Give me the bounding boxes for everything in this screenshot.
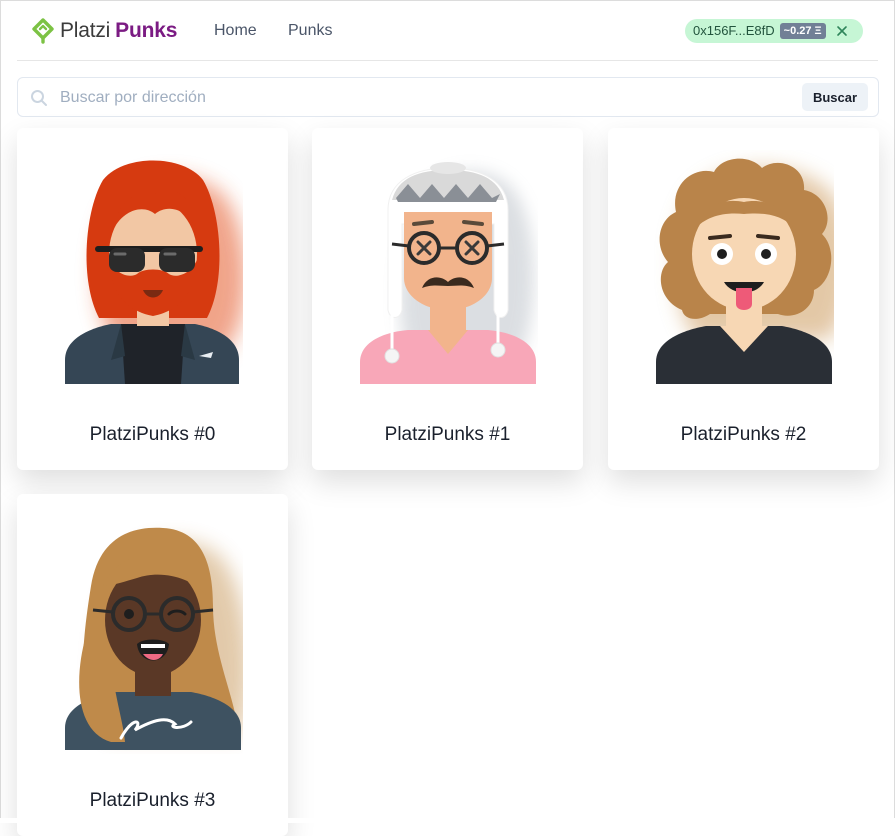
wallet-balance: ~0.27 Ξ xyxy=(779,23,826,39)
punk-card-1[interactable]: PlatziPunks #1 xyxy=(312,128,583,470)
close-icon[interactable] xyxy=(836,25,848,37)
search-button[interactable]: Buscar xyxy=(802,83,868,111)
search-icon xyxy=(31,90,47,106)
punk-avatar-1 xyxy=(360,162,536,384)
wallet-address: 0x156F...E8fD xyxy=(693,23,775,38)
nav-link-home[interactable]: Home xyxy=(214,21,257,41)
punk-card-3[interactable]: PlatziPunks #3 xyxy=(17,494,288,836)
punk-avatar-3 xyxy=(65,527,243,750)
brand-name-punks: Punks xyxy=(115,19,178,42)
navbar: Platzi Punks Home Punks 0x156F...E8fD ~0.… xyxy=(0,0,895,61)
punk-title-1: PlatziPunks #1 xyxy=(384,424,511,445)
navbar-divider xyxy=(17,60,878,61)
search-bar: Buscar xyxy=(17,77,879,117)
punk-card-2[interactable]: PlatziPunks #2 xyxy=(608,128,879,470)
brand-logo[interactable]: Platzi Punks xyxy=(32,17,177,45)
brand-name-platzi: Platzi xyxy=(60,19,111,42)
punk-title-2: PlatziPunks #2 xyxy=(680,424,807,445)
wallet-badge[interactable]: 0x156F...E8fD ~0.27 Ξ xyxy=(685,19,863,43)
punk-card-0[interactable]: PlatziPunks #0 xyxy=(17,128,288,470)
punk-title-3: PlatziPunks #3 xyxy=(89,790,216,811)
nav-link-punks[interactable]: Punks xyxy=(288,21,332,41)
punk-avatar-2 xyxy=(656,158,834,384)
punk-title-0: PlatziPunks #0 xyxy=(89,424,216,445)
viewport-bottom-edge xyxy=(0,818,895,823)
punk-avatar-0 xyxy=(65,160,243,384)
platzi-logo-icon xyxy=(32,18,54,44)
search-input[interactable] xyxy=(58,79,797,117)
